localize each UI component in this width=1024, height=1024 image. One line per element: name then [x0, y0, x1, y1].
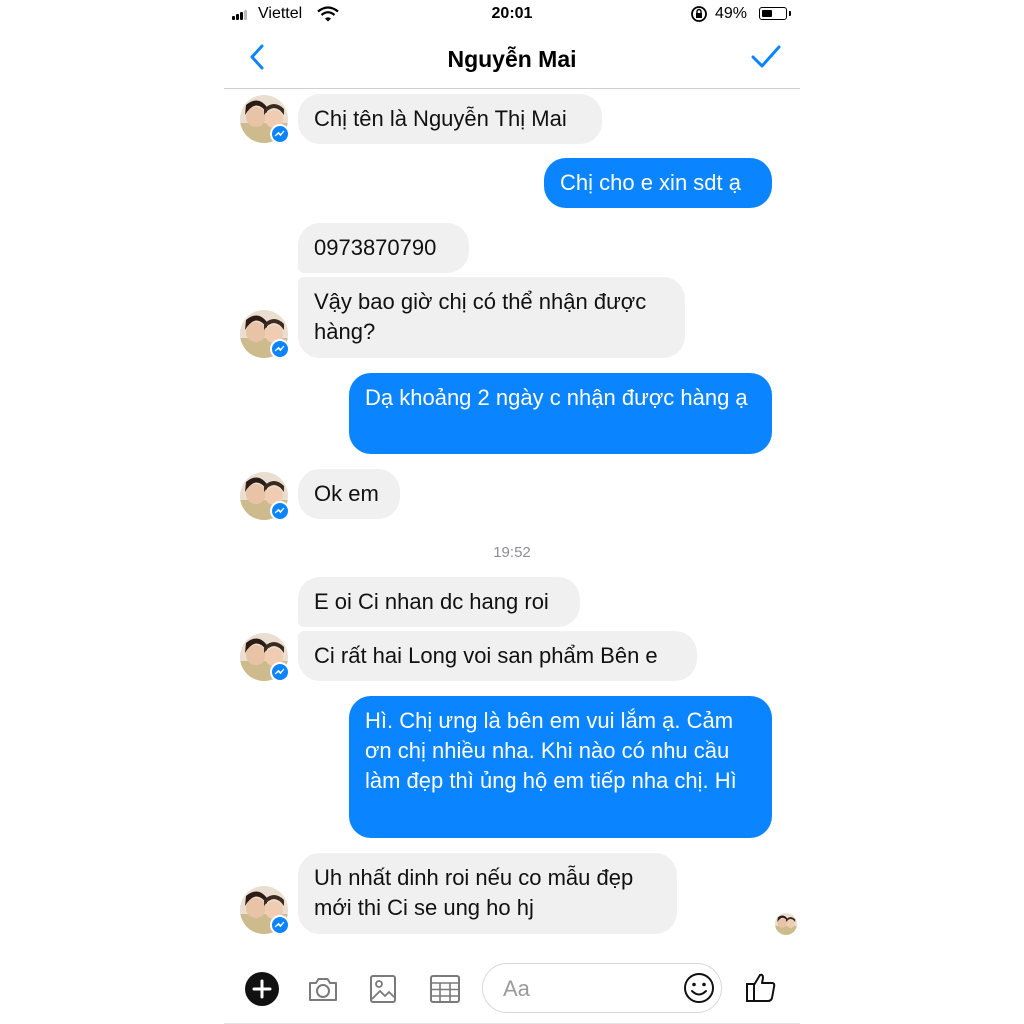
incoming-message[interactable]: Vậy bao giờ chị có thể nhận được hàng? — [298, 277, 685, 358]
grid-icon[interactable] — [429, 972, 461, 1006]
message-composer-bar — [224, 950, 800, 1024]
message-input-box[interactable] — [482, 963, 722, 1013]
messenger-icon — [270, 915, 290, 935]
incoming-message[interactable]: Ci rất hai Long voi san phẩm Bên e — [298, 631, 697, 681]
contact-avatar[interactable] — [240, 472, 290, 521]
contact-name[interactable]: Nguyễn Mai — [224, 46, 800, 73]
outgoing-message[interactable]: Hì. Chị ưng là bên em vui lắm ạ. Cảm ơn … — [349, 696, 772, 838]
camera-icon[interactable] — [306, 972, 340, 1006]
incoming-message[interactable]: Chị tên là Nguyễn Thị Mai — [298, 94, 602, 144]
outgoing-message[interactable]: Dạ khoảng 2 ngày c nhận được hàng ạ — [349, 373, 772, 454]
battery-icon — [759, 7, 791, 20]
outgoing-message[interactable]: Chị cho e xin sdt ạ — [544, 158, 772, 208]
status-time: 20:01 — [491, 5, 533, 22]
contact-avatar[interactable] — [240, 310, 290, 359]
contact-avatar[interactable] — [240, 633, 290, 682]
timestamp-divider: 19:52 — [493, 544, 531, 561]
checkmark-icon[interactable] — [750, 42, 782, 72]
messenger-icon — [270, 501, 290, 521]
messenger-icon — [270, 339, 290, 359]
battery-percentage: 49% — [715, 5, 748, 22]
contact-avatar[interactable] — [240, 95, 290, 144]
contact-avatar[interactable] — [240, 886, 290, 935]
messenger-icon — [270, 662, 290, 682]
seen-avatar — [775, 913, 797, 935]
incoming-message[interactable]: 0973870790 — [298, 223, 469, 273]
battery-fill — [762, 10, 772, 17]
plus-circle-icon[interactable] — [245, 972, 279, 1006]
photo-icon[interactable] — [368, 972, 398, 1006]
incoming-message[interactable]: E oi Ci nhan dc hang roi — [298, 577, 580, 627]
messenger-chat-screen: Viettel 20:01 49% Nguyễn Mai Chị tên là … — [224, 0, 800, 1024]
rotation-lock-icon — [691, 6, 707, 22]
status-bar: Viettel 20:01 49% — [224, 0, 800, 28]
smiley-icon[interactable] — [683, 972, 715, 1004]
messenger-icon — [270, 124, 290, 144]
incoming-message[interactable]: Ok em — [298, 469, 400, 519]
message-input[interactable] — [501, 974, 675, 1004]
conversation-header: Nguyễn Mai — [224, 30, 800, 89]
incoming-message[interactable]: Uh nhất dinh roi nếu co mẫu đẹp mới thi … — [298, 853, 677, 934]
thumbs-up-icon[interactable] — [744, 970, 778, 1004]
